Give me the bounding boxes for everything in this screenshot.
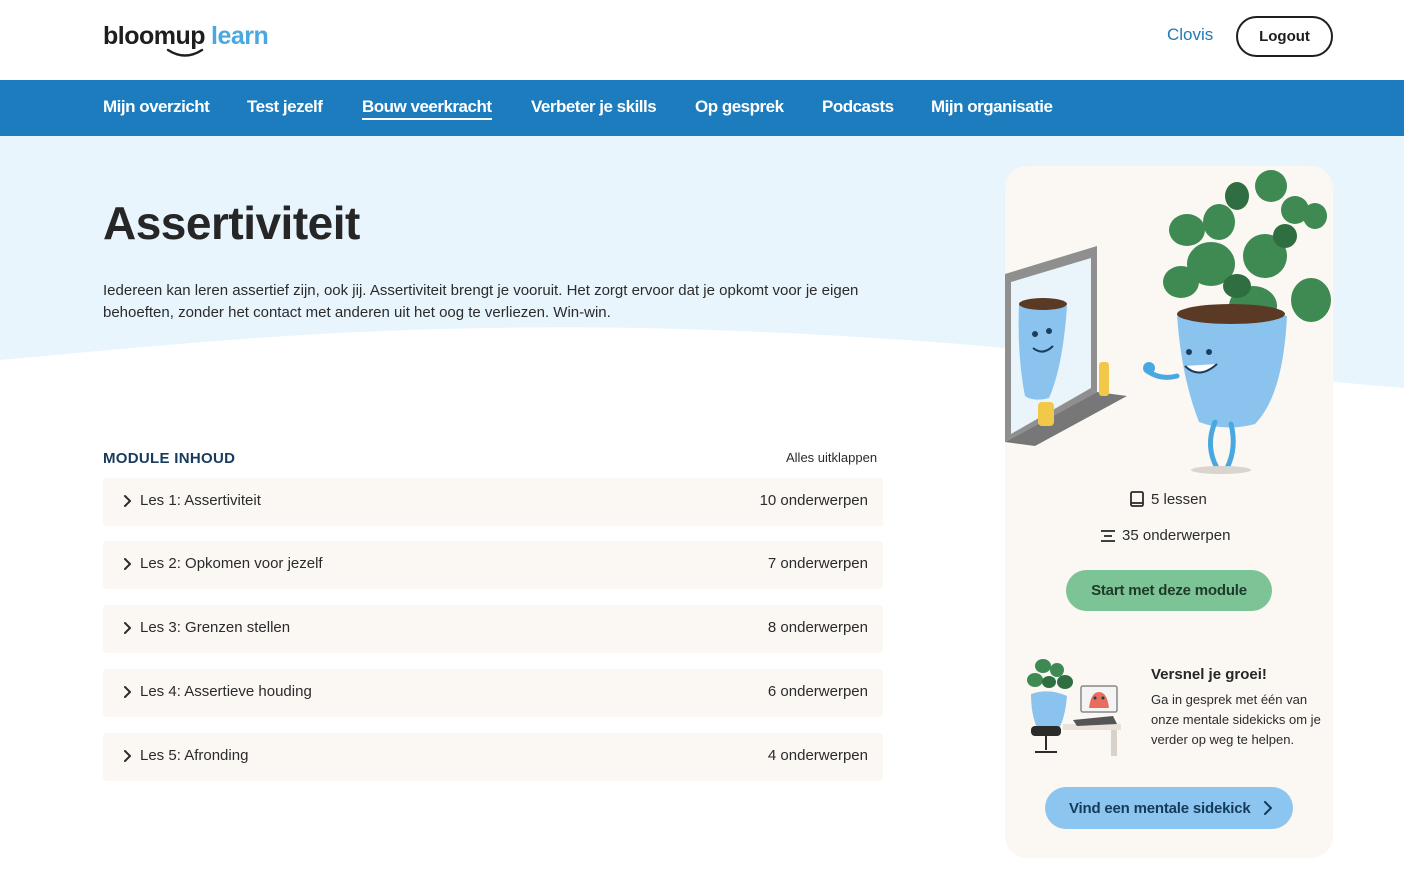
lesson-title: Les 5: Afronding: [140, 747, 249, 764]
nav-item-bouw-veerkracht[interactable]: Bouw veerkracht: [362, 97, 492, 120]
module-description: Iedereen kan leren assertief zijn, ook j…: [103, 282, 859, 321]
user-name-link[interactable]: Clovis: [1167, 25, 1213, 45]
lessons-count-text: 5 lessen: [1151, 490, 1207, 508]
nav-item-op-gesprek[interactable]: Op gesprek: [695, 97, 784, 117]
page-title: Assertiviteit: [103, 197, 360, 249]
find-sidekick-label: Vind een mentale sidekick: [1069, 799, 1251, 817]
promo-text: Ga in gesprek met één van onze mentale s…: [1151, 692, 1321, 747]
chevron-right-icon: [124, 622, 131, 634]
list-icon: [1101, 529, 1115, 542]
lesson-row[interactable]: Les 5: Afronding 4 onderwerpen: [103, 733, 883, 781]
sidekick-illustration: [1027, 659, 1121, 756]
nav-item-mijn-organisatie[interactable]: Mijn organisatie: [931, 97, 1053, 117]
lesson-row[interactable]: Les 2: Opkomen voor jezelf 7 onderwerpen: [103, 541, 883, 589]
promo-title: Versnel je groei!: [1151, 666, 1267, 683]
lesson-row[interactable]: Les 1: Assertiviteit 10 onderwerpen: [103, 478, 883, 526]
lesson-topic-count: 4 onderwerpen: [767, 747, 868, 764]
find-sidekick-button[interactable]: Vind een mentale sidekick: [1045, 787, 1293, 829]
bloomup-learn-logo[interactable]: bloomup learn: [103, 22, 269, 62]
module-sidebar-card: 5 lessen 35 onderwerpen Start met deze m…: [1005, 166, 1333, 858]
logo-smile-icon: [166, 48, 204, 57]
chevron-right-icon: [124, 750, 131, 762]
module-content-heading: MODULE INHOUD: [103, 450, 236, 467]
lesson-title: Les 3: Grenzen stellen: [140, 619, 291, 636]
chevron-right-icon: [124, 495, 131, 507]
lesson-topic-count: 6 onderwerpen: [767, 683, 868, 700]
lesson-title: Les 4: Assertieve houding: [140, 683, 312, 700]
plant-mirror-illustration: [1005, 170, 1331, 474]
book-icon: [1130, 491, 1144, 507]
expand-all-link[interactable]: Alles uitklappen: [786, 450, 877, 465]
top-header: bloomup learn Clovis Logout: [0, 0, 1404, 80]
topics-count-text: 35 onderwerpen: [1122, 527, 1231, 544]
lesson-row[interactable]: Les 3: Grenzen stellen 8 onderwerpen: [103, 605, 883, 653]
chevron-right-icon: [124, 558, 131, 570]
nav-item-mijn-overzicht[interactable]: Mijn overzicht: [103, 97, 210, 117]
logout-button[interactable]: Logout: [1236, 16, 1333, 57]
lesson-title: Les 1: Assertiviteit: [140, 492, 261, 509]
lesson-row[interactable]: Les 4: Assertieve houding 6 onderwerpen: [103, 669, 883, 717]
nav-item-test-jezelf[interactable]: Test jezelf: [247, 97, 323, 117]
lesson-topic-count: 10 onderwerpen: [759, 492, 868, 509]
main-navigation: Mijn overzicht Test jezelf Bouw veerkrac…: [0, 80, 1404, 136]
lesson-topic-count: 8 onderwerpen: [767, 619, 868, 636]
chevron-right-icon: [1264, 801, 1272, 815]
lessons-count-stat: 5 lessen: [1129, 490, 1207, 508]
lesson-topic-count: 7 onderwerpen: [767, 555, 868, 572]
lesson-title: Les 2: Opkomen voor jezelf: [140, 555, 323, 572]
topics-count-stat: 35 onderwerpen: [1100, 527, 1230, 544]
chevron-right-icon: [124, 686, 131, 698]
nav-item-verbeter-je-skills[interactable]: Verbeter je skills: [531, 97, 657, 117]
nav-item-podcasts[interactable]: Podcasts: [822, 97, 894, 117]
start-module-button[interactable]: Start met deze module: [1066, 570, 1272, 611]
